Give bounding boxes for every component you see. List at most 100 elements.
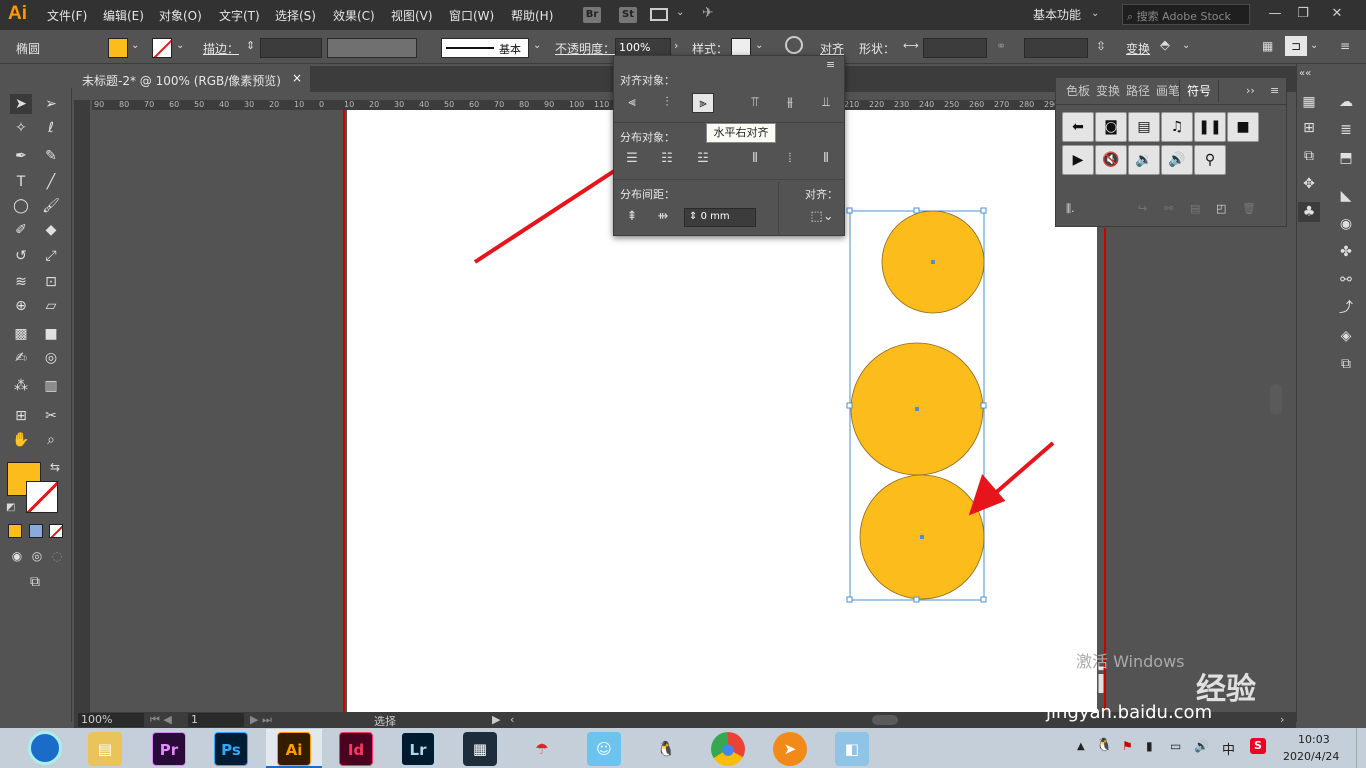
taskbar-indesign[interactable]: Id <box>339 732 373 766</box>
horizontal-distribute-space-icon[interactable]: ⇻ <box>652 207 674 227</box>
bbox-handle[interactable] <box>913 596 920 603</box>
asset-export-icon[interactable]: ⤴ <box>1335 298 1357 318</box>
links-icon[interactable]: ⚯ <box>1335 270 1357 290</box>
tray-qq-icon[interactable]: 🐧 <box>1096 738 1112 753</box>
bbox-handle[interactable] <box>980 402 987 409</box>
ime-indicator[interactable]: 中 <box>1222 739 1235 758</box>
tab-transform[interactable]: 变换 <box>1096 80 1120 102</box>
show-desktop-button[interactable] <box>1356 728 1366 768</box>
taskbar-photoshop[interactable]: Ps <box>214 732 248 766</box>
tab-symbols[interactable]: 符号 <box>1179 80 1220 102</box>
first-artboard-icon[interactable]: ⏮ ◀ <box>150 713 172 727</box>
layers-icon[interactable]: ◈ <box>1335 326 1357 346</box>
align-top-icon[interactable]: ⫪ <box>744 93 766 113</box>
spacing-value: 0 mm <box>700 211 730 222</box>
pathfinder-icon[interactable]: ⧉ <box>1298 146 1320 166</box>
stepper-icon[interactable]: ⇕ <box>689 211 701 222</box>
vertical-scrollbar-thumb[interactable] <box>1270 384 1282 414</box>
tray-flag-icon[interactable]: ⚑ <box>1122 739 1133 753</box>
distribute-top-icon[interactable]: ☰ <box>621 149 643 169</box>
distribute-left-icon[interactable]: ⦀ <box>744 149 766 169</box>
tab-brushes[interactable]: 画笔 <box>1156 80 1180 102</box>
symbol-volume-low-icon[interactable]: 🔉 <box>1128 145 1160 175</box>
brushes-icon[interactable]: ✥ <box>1298 174 1320 194</box>
new-symbol-icon[interactable]: ◰ <box>1216 202 1226 215</box>
align-to-selection-icon[interactable]: ⬚⌄ <box>808 207 836 227</box>
taskbar-premiere[interactable]: Pr <box>152 732 186 766</box>
delete-symbol-icon[interactable]: 🗑 <box>1242 202 1256 215</box>
vertical-distribute-space-icon[interactable]: ⇞ <box>621 207 643 227</box>
symbol-music-note-icon[interactable]: ♫ <box>1161 112 1193 142</box>
panel-menu-icon[interactable]: ≡ <box>1270 84 1279 97</box>
symbol-volume-high-icon[interactable]: 🔊 <box>1161 145 1193 175</box>
align-horizontal-center-icon[interactable]: ⫶ <box>656 93 678 113</box>
break-link-icon[interactable]: ⚯ <box>1164 202 1173 215</box>
clock-time[interactable]: 10:03 <box>1298 733 1330 746</box>
tray-network-icon[interactable]: ▭ <box>1170 739 1181 753</box>
symbol-mute-icon[interactable]: 🔇 <box>1095 145 1127 175</box>
taskbar-illustrator[interactable]: Ai <box>277 732 311 766</box>
media-player-icon[interactable]: ➤ <box>773 732 807 766</box>
symbol-magnifier-icon[interactable]: ⚲ <box>1194 145 1226 175</box>
tab-pathfinder[interactable]: 路径 <box>1126 80 1150 102</box>
bbox-handle[interactable] <box>913 207 920 214</box>
horizontal-scrollbar-thumb[interactable] <box>872 715 898 725</box>
creative-cloud-icon[interactable]: ☁ <box>1335 92 1357 112</box>
panel-menu-icon[interactable]: ≡ <box>826 58 835 71</box>
bbox-handle[interactable] <box>846 402 853 409</box>
distribute-vertical-center-icon[interactable]: ☷ <box>656 149 678 169</box>
taskbar-lightroom[interactable]: Lr <box>401 732 435 766</box>
collapse-panel-icon[interactable]: ›› <box>1246 84 1255 97</box>
artboard-number-select[interactable]: 1 <box>188 713 244 727</box>
symbol-play-icon[interactable]: ▶ <box>1062 145 1094 175</box>
symbol-options-icon[interactable]: ▤ <box>1190 202 1200 215</box>
start-button[interactable] <box>28 731 62 765</box>
appearance-icon[interactable]: ◉ <box>1335 214 1357 234</box>
symbol-film-icon[interactable]: ▤ <box>1128 112 1160 142</box>
export-icon[interactable]: ⬒ <box>1335 148 1357 168</box>
symbol-libraries-icon[interactable]: ⫼. <box>1066 202 1075 216</box>
sogou-ime-icon[interactable]: S <box>1250 738 1266 754</box>
color-panel-icon[interactable]: ✤ <box>1335 242 1357 262</box>
chat-app-icon[interactable]: ☺ <box>587 732 621 766</box>
bbox-handle[interactable] <box>980 207 987 214</box>
bbox-handle[interactable] <box>980 596 987 603</box>
symbol-stop-icon[interactable]: ■ <box>1227 112 1259 142</box>
bbox-handle[interactable] <box>846 596 853 603</box>
collapse-dock-icon[interactable]: «« <box>1299 68 1311 79</box>
tab-swatches[interactable]: 色板 <box>1066 80 1090 102</box>
umbrella-app-icon[interactable]: ☂ <box>525 732 559 766</box>
clock-date[interactable]: 2020/4/24 <box>1283 750 1339 763</box>
distribute-bottom-icon[interactable]: ☳ <box>692 149 714 169</box>
symbol-arrow-left-icon[interactable]: ⬅ <box>1062 112 1094 142</box>
place-symbol-icon[interactable]: ↪ <box>1138 202 1147 215</box>
scroll-left-icon[interactable]: ‹ <box>510 713 514 726</box>
status-menu-icon[interactable]: ▶ <box>492 713 500 726</box>
transform-panel-icon[interactable]: ⊞ <box>1298 118 1320 138</box>
tray-expand-icon[interactable]: ▲ <box>1077 741 1085 752</box>
tray-battery-icon[interactable]: ▮ <box>1146 739 1153 753</box>
distribute-right-icon[interactable]: ⦀ <box>815 149 837 169</box>
bbox-handle[interactable] <box>846 207 853 214</box>
qq-penguin-icon[interactable]: 🐧 <box>649 732 683 766</box>
properties-icon[interactable]: ≣ <box>1335 120 1357 140</box>
file-explorer-icon[interactable]: ▤ <box>88 732 122 766</box>
align-right-icon[interactable]: ⫸ <box>692 93 714 113</box>
align-bottom-icon[interactable]: ⫫ <box>815 93 837 113</box>
align-left-icon[interactable]: ⫷ <box>621 93 643 113</box>
notepad-icon[interactable]: ◧ <box>835 732 869 766</box>
color-guide-icon[interactable]: ▦ <box>1298 92 1320 112</box>
chrome-icon[interactable]: ● <box>711 732 745 766</box>
align-vertical-center-icon[interactable]: ⫵ <box>779 93 801 113</box>
video-editor-icon[interactable]: ▦ <box>463 732 497 766</box>
zoom-select[interactable]: 100% <box>78 713 144 727</box>
symbol-pause-icon[interactable]: ❚❚ <box>1194 112 1226 142</box>
symbols-club-icon[interactable]: ♣ <box>1298 202 1320 222</box>
next-artboard-icon[interactable]: ▶ ⏭ <box>250 713 272 727</box>
spacing-field[interactable]: ⇕ 0 mm <box>684 208 756 227</box>
artboards-icon[interactable]: ⧉ <box>1335 354 1357 374</box>
gradient-panel-icon[interactable]: ◣ <box>1335 186 1357 206</box>
distribute-horizontal-center-icon[interactable]: ⦙ <box>779 149 801 169</box>
tray-volume-icon[interactable]: 🔊 <box>1194 739 1209 753</box>
symbol-camera-icon[interactable]: ◙ <box>1095 112 1127 142</box>
